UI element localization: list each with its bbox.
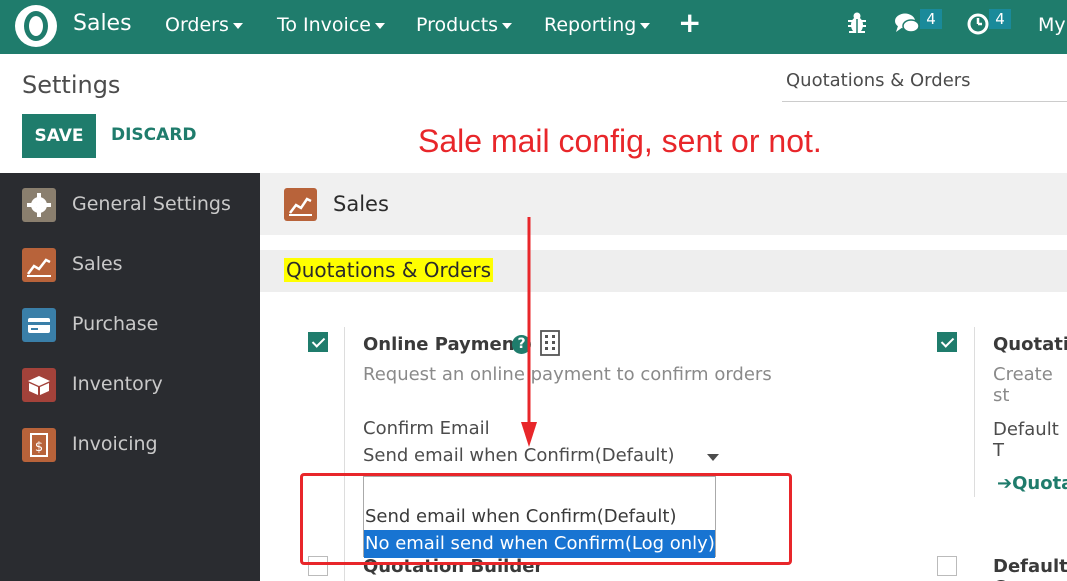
menu-to-invoice[interactable]: To Invoice <box>277 14 385 36</box>
page-title: Settings <box>22 71 121 99</box>
building-icon <box>540 330 560 356</box>
menu-orders-label: Orders <box>165 14 229 36</box>
app-switcher-logo-icon[interactable] <box>15 5 57 47</box>
chevron-down-icon <box>374 22 385 29</box>
online-payment-title: Online Payment <box>363 334 524 355</box>
annotation-highlight-box <box>300 473 792 565</box>
settings-sidebar: General Settings Sales Purchase Inventor… <box>0 173 260 581</box>
online-payment-description: Request an online payment to confirm ord… <box>363 364 772 385</box>
menu-reporting[interactable]: Reporting <box>544 14 651 36</box>
quotation-templates-description: Create st <box>993 364 1053 406</box>
sidebar-item-invoicing[interactable]: $ Invoicing <box>0 413 260 473</box>
arrow-right-icon: ➔ <box>997 473 1013 494</box>
default-other-title: Default C <box>993 556 1067 581</box>
search-input[interactable]: Quotations & Orders <box>782 60 1067 102</box>
menu-reporting-label: Reporting <box>544 14 637 36</box>
section-title: Quotations & Orders <box>284 258 494 282</box>
setting-divider <box>974 327 975 497</box>
sidebar-item-purchase[interactable]: Purchase <box>0 293 260 353</box>
chat-count-badge: 4 <box>920 9 942 29</box>
box-icon <box>22 368 56 402</box>
chevron-down-icon <box>232 22 243 29</box>
chart-icon <box>22 248 56 282</box>
bug-icon[interactable] <box>846 11 868 35</box>
app-section-header: Sales <box>260 173 1067 235</box>
plus-icon[interactable]: + <box>678 6 701 39</box>
confirm-email-select[interactable]: Send email when Confirm(Default) <box>363 445 723 475</box>
user-menu[interactable]: My <box>1038 14 1066 36</box>
top-navbar: Sales Orders To Invoice Products Reporti… <box>0 0 1067 54</box>
chevron-down-icon <box>640 22 651 29</box>
chevron-down-icon[interactable] <box>707 454 719 461</box>
svg-text:$: $ <box>35 440 43 455</box>
default-other-checkbox[interactable] <box>937 556 957 576</box>
sidebar-item-inventory[interactable]: Inventory <box>0 353 260 413</box>
menu-products-label: Products <box>416 14 499 36</box>
quotation-templates-checkbox[interactable] <box>937 332 957 352</box>
settings-main: Sales Quotations & Orders Online Payment… <box>260 173 1067 581</box>
activity-count-badge: 4 <box>989 9 1011 29</box>
sidebar-item-label: Invoicing <box>72 433 158 455</box>
sidebar-item-general-settings[interactable]: General Settings <box>0 173 260 233</box>
section-header: Quotations & Orders <box>260 250 1067 292</box>
gear-icon <box>22 188 56 222</box>
menu-to-invoice-label: To Invoice <box>277 14 371 36</box>
chevron-down-icon <box>502 22 513 29</box>
annotation-note: Sale mail config, sent or not. <box>418 123 822 159</box>
annotation-arrow-icon <box>521 217 537 447</box>
clock-icon[interactable] <box>966 12 990 36</box>
menu-products[interactable]: Products <box>416 14 513 36</box>
quotation-templates-title: Quotatio <box>993 334 1067 355</box>
sidebar-item-sales[interactable]: Sales <box>0 233 260 293</box>
chat-icon[interactable] <box>894 11 920 35</box>
app-name[interactable]: Sales <box>73 11 132 36</box>
menu-orders[interactable]: Orders <box>165 14 243 36</box>
sidebar-item-label: Inventory <box>72 373 163 395</box>
discard-button[interactable]: DISCARD <box>111 125 197 145</box>
chart-icon <box>284 188 317 221</box>
sidebar-item-label: Sales <box>72 253 123 275</box>
credit-card-icon <box>22 308 56 342</box>
app-section-title: Sales <box>333 192 389 216</box>
quotation-templates-link-label: Quota <box>1012 473 1067 494</box>
confirm-email-label: Confirm Email <box>363 418 490 439</box>
default-template-label: Default T <box>993 419 1059 461</box>
dollar-document-icon: $ <box>22 428 56 462</box>
online-payment-checkbox[interactable] <box>308 332 328 352</box>
quotation-templates-link[interactable]: ➔Quota <box>997 473 1067 494</box>
sidebar-item-label: Purchase <box>72 313 159 335</box>
sidebar-item-label: General Settings <box>72 193 231 215</box>
save-button[interactable]: SAVE <box>22 114 96 158</box>
